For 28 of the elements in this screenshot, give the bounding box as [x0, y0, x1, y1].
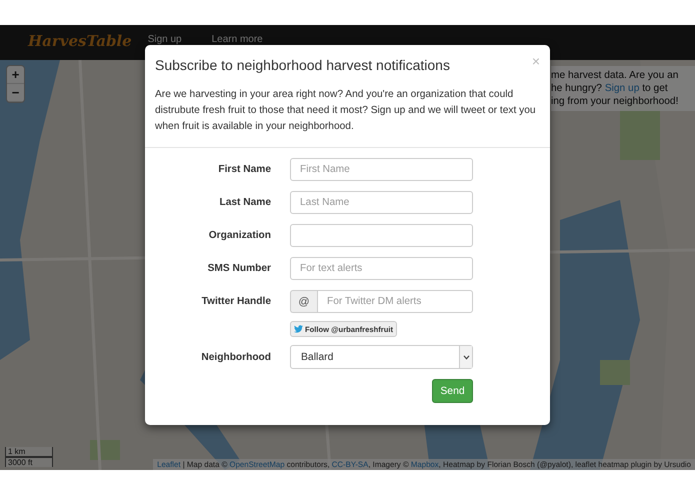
field-label: Neighborhood	[200, 352, 271, 362]
sign-up-link[interactable]: Sign up	[604, 83, 640, 94]
info-text: ing from your neighborhood!	[551, 95, 680, 108]
bird-icon	[294, 325, 303, 333]
info-text: me harvest data. Are you an	[551, 69, 680, 82]
field-label: Twitter Handle	[200, 296, 271, 307]
nav-link[interactable]: Learn more	[212, 34, 263, 45]
zoom-button[interactable]: −	[7, 84, 24, 102]
at-sign-addon: @	[290, 290, 317, 313]
modal-description: Are we harvesting in your area right now? And you're an organization that could distrubute fresh fruit to those that need it most? Sign up and we will tweet or text you when fruit is available in your neighborhood.	[154, 88, 537, 134]
logo[interactable]: HarvesTable	[28, 32, 132, 50]
input-field[interactable]: For Twitter DM alerts	[317, 290, 473, 313]
send-button[interactable]: Send	[432, 379, 473, 403]
field-label: Last Name	[218, 197, 271, 208]
zoom-button[interactable]: +	[7, 66, 24, 84]
field-label: Organization	[208, 230, 271, 241]
info-text: he hungry? Sign up to get	[551, 82, 669, 95]
field-label: SMS Number	[206, 263, 271, 274]
neighborhood-select[interactable]: Ballard	[290, 345, 473, 369]
close-button[interactable]: ×	[532, 55, 540, 67]
field-label: First Name	[217, 164, 271, 175]
nav-link[interactable]: Sign up	[148, 34, 182, 45]
input-field[interactable]	[290, 224, 473, 247]
input-field[interactable]: First Name	[290, 158, 473, 181]
modal-title: Subscribe to neighborhood harvest notifications	[155, 57, 450, 73]
input-field[interactable]: Last Name	[290, 191, 473, 214]
caret-icon	[462, 354, 470, 360]
input-field[interactable]: For text alerts	[290, 257, 473, 280]
